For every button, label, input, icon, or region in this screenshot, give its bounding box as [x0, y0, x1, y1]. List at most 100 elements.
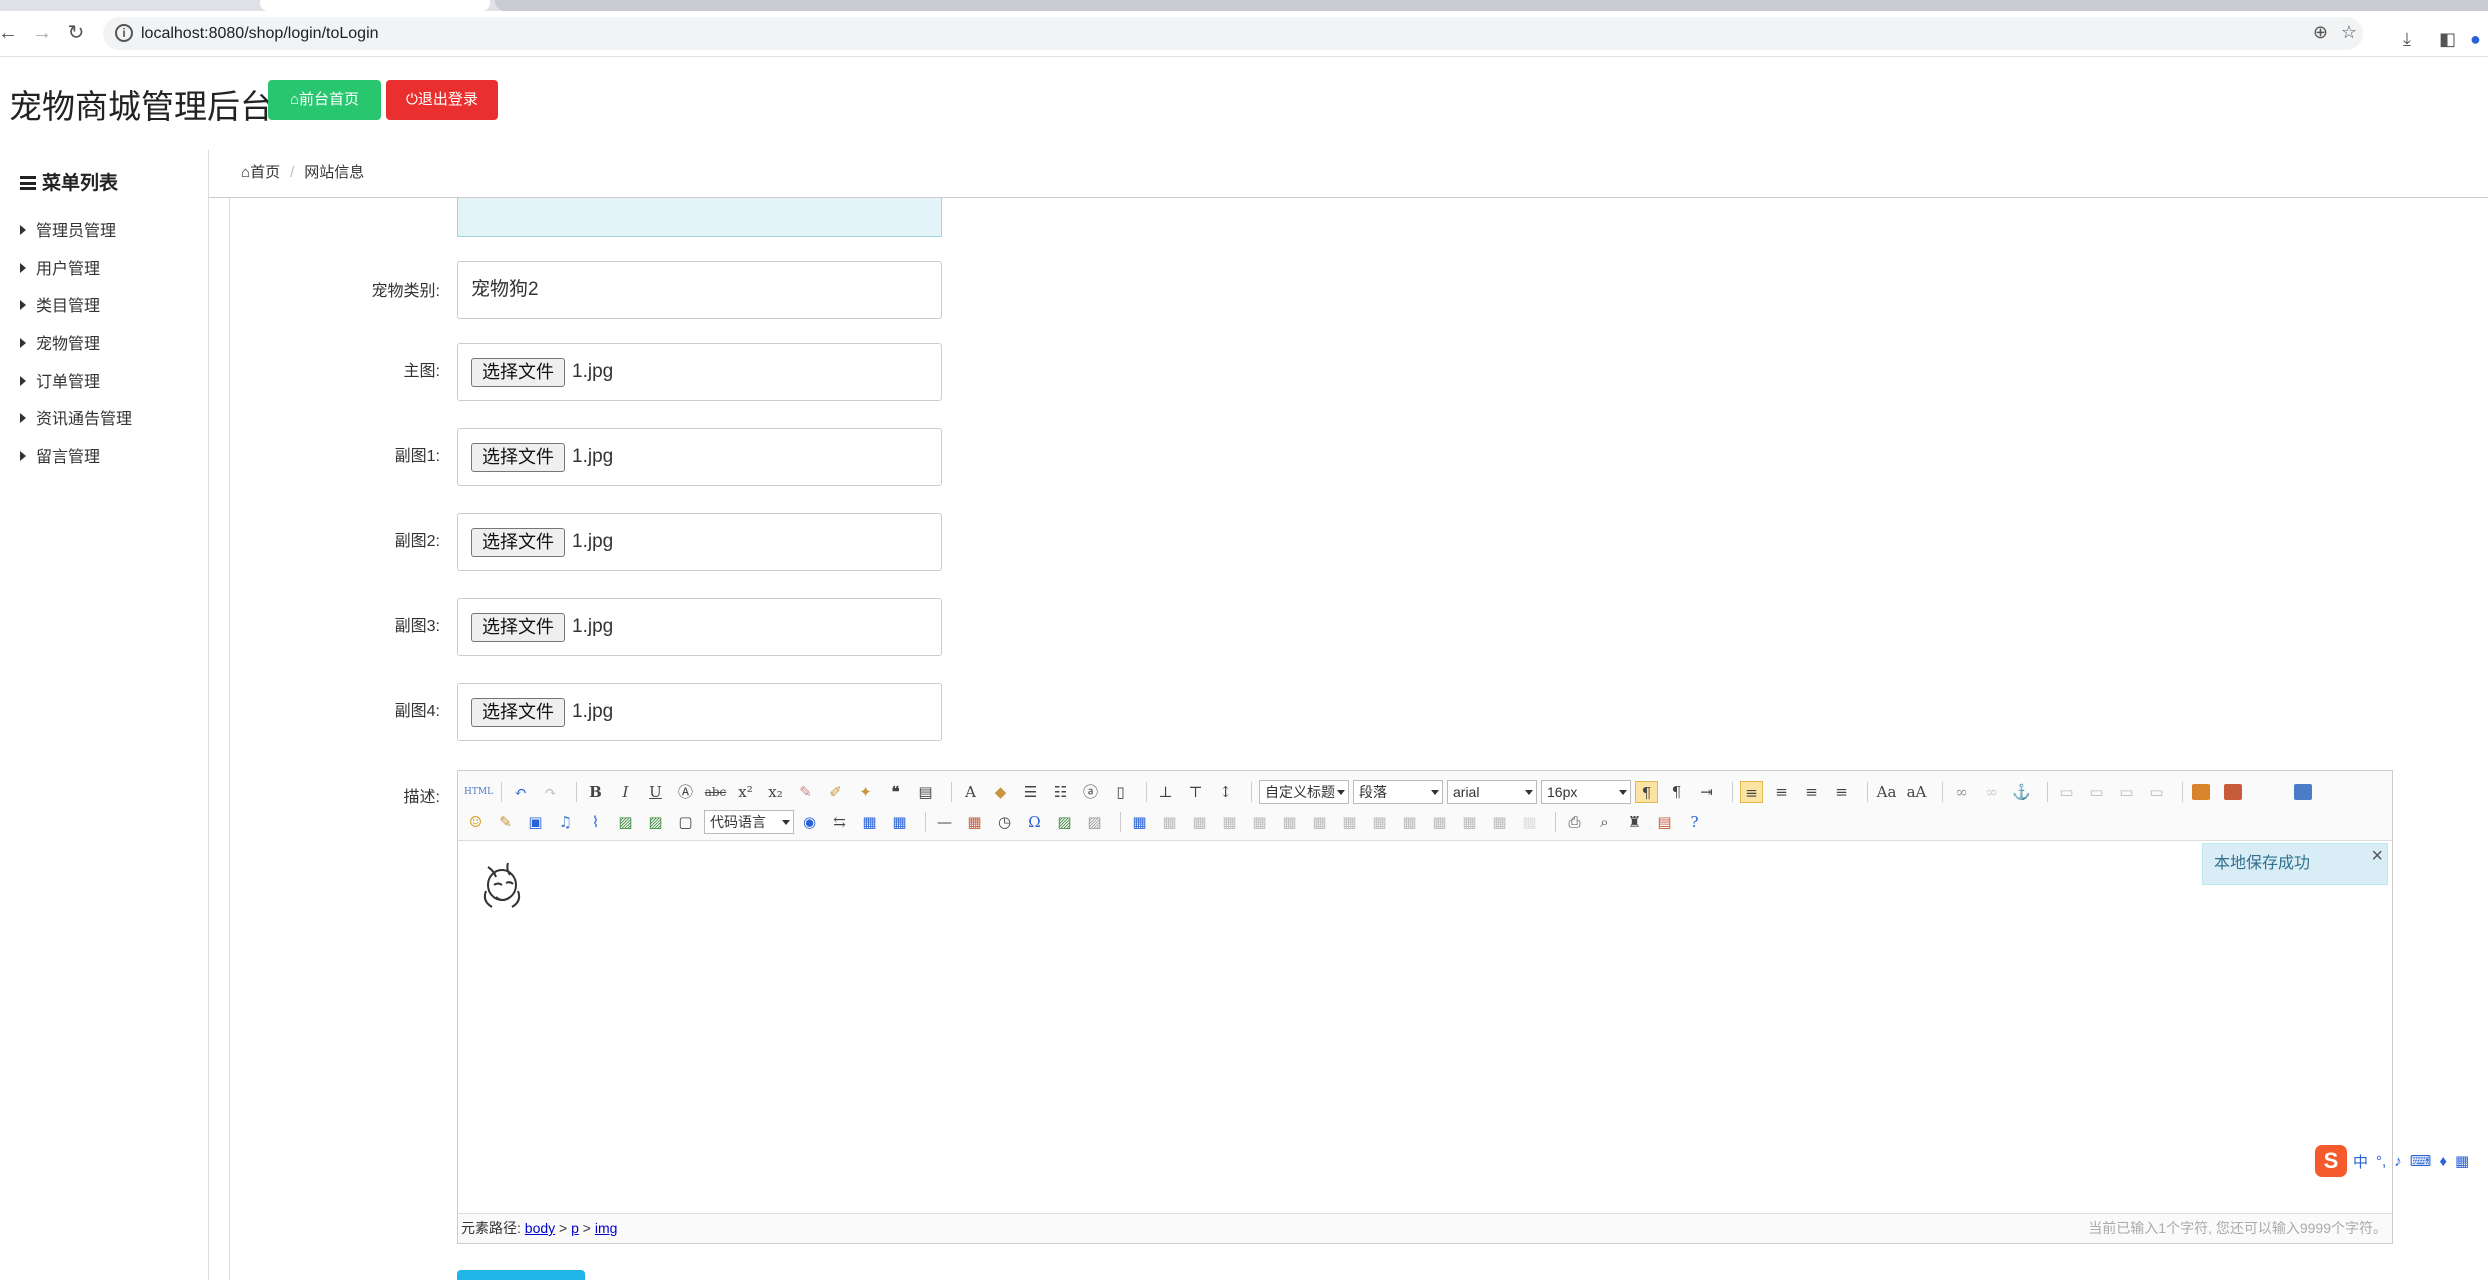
image-left-icon[interactable]: ▭: [2085, 781, 2108, 803]
side-panel-icon[interactable]: ◧: [2439, 29, 2456, 50]
music-icon[interactable]: ♫: [554, 811, 577, 833]
ime-keyboard-icon[interactable]: ⌨: [2410, 1152, 2432, 1170]
underline-icon[interactable]: U: [644, 781, 667, 803]
row-spacing-bottom-icon[interactable]: ⊤: [1184, 781, 1207, 803]
sidebar-item-orders[interactable]: 订单管理: [20, 373, 132, 411]
scrawl-icon[interactable]: ✎: [494, 811, 517, 833]
template-icon[interactable]: ▢: [674, 811, 697, 833]
map-icon[interactable]: ▨: [644, 811, 667, 833]
choose-file-button[interactable]: 选择文件: [471, 697, 565, 727]
choose-file-button[interactable]: 选择文件: [471, 357, 565, 387]
page-break-icon[interactable]: ⇆: [828, 811, 851, 833]
browser-tab-inactive[interactable]: [495, 0, 2488, 11]
special-chars-icon[interactable]: Ω: [1023, 811, 1046, 833]
strikethrough-icon[interactable]: abc: [704, 781, 727, 803]
zoom-icon[interactable]: ⊕: [2313, 22, 2328, 43]
ime-microphone-icon[interactable]: ♪: [2394, 1153, 2402, 1170]
fullscreen-icon[interactable]: [2294, 784, 2312, 800]
undo-icon[interactable]: ↶: [509, 781, 532, 803]
insert-table-icon[interactable]: ▦: [1128, 811, 1151, 833]
font-size-select[interactable]: 16px: [1541, 780, 1631, 804]
lowercase-icon[interactable]: aA: [1905, 781, 1928, 803]
editor-content-area[interactable]: [458, 842, 2392, 1214]
sub-image-1-file-input[interactable]: 选择文件 1.jpg: [457, 428, 942, 486]
category-input[interactable]: 宠物狗2: [457, 261, 942, 319]
font-color-icon[interactable]: A: [959, 781, 982, 803]
bookmark-star-icon[interactable]: ☆: [2341, 22, 2357, 43]
superscript-icon[interactable]: x²: [734, 781, 757, 803]
ordered-list-icon[interactable]: ☰: [1019, 781, 1042, 803]
indent-icon[interactable]: ⇥: [1695, 781, 1718, 803]
insert-paragraph-before-table-icon[interactable]: ▦: [1188, 811, 1211, 833]
sidebar-item-users[interactable]: 用户管理: [20, 260, 132, 298]
logout-button[interactable]: ⏻退出登录: [386, 80, 498, 120]
ime-mode-toggle[interactable]: 中: [2353, 1151, 2368, 1172]
forward-icon[interactable]: →: [30, 21, 54, 45]
html-source-icon[interactable]: HTML: [464, 781, 493, 803]
download-icon[interactable]: ⤓: [2403, 29, 2411, 50]
wordimage-icon[interactable]: ▦: [858, 811, 881, 833]
sidebar-item-messages[interactable]: 留言管理: [20, 448, 132, 486]
sub-image-2-file-input[interactable]: 选择文件 1.jpg: [457, 513, 942, 571]
previous-field-partial[interactable]: [457, 198, 942, 237]
insert-image-icon[interactable]: [2192, 784, 2210, 800]
format-brush-icon[interactable]: ✐: [824, 781, 847, 803]
sidebar-item-admin[interactable]: 管理员管理: [20, 222, 132, 260]
sidebar-item-news[interactable]: 资讯通告管理: [20, 410, 132, 448]
insert-frame-icon[interactable]: ▦: [888, 811, 911, 833]
ime-skin-icon[interactable]: ♦: [2439, 1153, 2447, 1170]
insert-row-icon[interactable]: ▦: [1218, 811, 1241, 833]
image-right-icon[interactable]: ▭: [2115, 781, 2138, 803]
merge-cells-icon[interactable]: ▦: [1338, 811, 1361, 833]
anchor-icon[interactable]: ⚓: [2010, 781, 2033, 803]
site-info-icon[interactable]: i: [115, 24, 133, 42]
sidebar-item-categories[interactable]: 类目管理: [20, 297, 132, 335]
background-image-icon[interactable]: ▨: [614, 811, 637, 833]
redo-icon[interactable]: ↷: [539, 781, 562, 803]
delete-row-icon[interactable]: ▦: [1248, 811, 1271, 833]
choose-file-button[interactable]: 选择文件: [471, 612, 565, 642]
line-height-icon[interactable]: ↕: [1214, 781, 1237, 803]
unordered-list-icon[interactable]: ☷: [1049, 781, 1072, 803]
multi-image-icon[interactable]: [2224, 784, 2242, 800]
reload-icon[interactable]: ↻: [64, 21, 88, 45]
select-all-icon[interactable]: ⓐ: [1079, 781, 1102, 803]
ime-logo-icon[interactable]: S: [2315, 1145, 2347, 1177]
address-bar[interactable]: i localhost:8080/shop/login/toLogin ⊕ ☆: [103, 17, 2363, 50]
row-spacing-top-icon[interactable]: ⊥: [1154, 781, 1177, 803]
attachment-icon[interactable]: ⌇: [584, 811, 607, 833]
merge-down-icon[interactable]: ▦: [1398, 811, 1421, 833]
sub-image-3-file-input[interactable]: 选择文件 1.jpg: [457, 598, 942, 656]
address-url[interactable]: localhost:8080/shop/login/toLogin: [141, 25, 379, 43]
italic-icon[interactable]: I: [614, 781, 637, 803]
merge-right-icon[interactable]: ▦: [1368, 811, 1391, 833]
link-icon[interactable]: ∞: [1950, 781, 1973, 803]
help-icon[interactable]: ?: [1683, 811, 1706, 833]
font-border-icon[interactable]: Ⓐ: [674, 781, 697, 803]
paste-plain-icon[interactable]: ▤: [914, 781, 937, 803]
uppercase-icon[interactable]: Aa: [1875, 781, 1898, 803]
insert-col-icon[interactable]: ▦: [1278, 811, 1301, 833]
split-cols-icon[interactable]: ▦: [1488, 811, 1511, 833]
align-left-icon[interactable]: ≡: [1740, 781, 1763, 803]
front-home-button[interactable]: ⌂前台首页: [268, 80, 381, 120]
horizontal-rule-icon[interactable]: —: [933, 811, 956, 833]
image-center-icon[interactable]: ▭: [2145, 781, 2168, 803]
submit-button[interactable]: [457, 1270, 585, 1280]
drafts-icon[interactable]: ▤: [1653, 811, 1676, 833]
paragraph-select[interactable]: 段落: [1353, 780, 1443, 804]
auto-format-icon[interactable]: ✦: [854, 781, 877, 803]
sidebar-item-pets[interactable]: 宠物管理: [20, 335, 132, 373]
ltr-direction-icon[interactable]: ¶: [1635, 781, 1658, 803]
ime-punctuation-icon[interactable]: °,: [2376, 1153, 2386, 1170]
delete-table-icon[interactable]: ▦: [1158, 811, 1181, 833]
date-icon[interactable]: ▦: [963, 811, 986, 833]
heading-select[interactable]: 自定义标题: [1259, 780, 1349, 804]
align-right-icon[interactable]: ≡: [1800, 781, 1823, 803]
emoticon-image[interactable]: [478, 857, 526, 913]
split-cells-icon[interactable]: ▦: [1428, 811, 1451, 833]
blockquote-icon[interactable]: ❝: [884, 781, 907, 803]
code-language-select[interactable]: 代码语言: [704, 810, 794, 834]
close-icon[interactable]: ×: [2371, 836, 2383, 876]
sub-image-4-file-input[interactable]: 选择文件 1.jpg: [457, 683, 942, 741]
